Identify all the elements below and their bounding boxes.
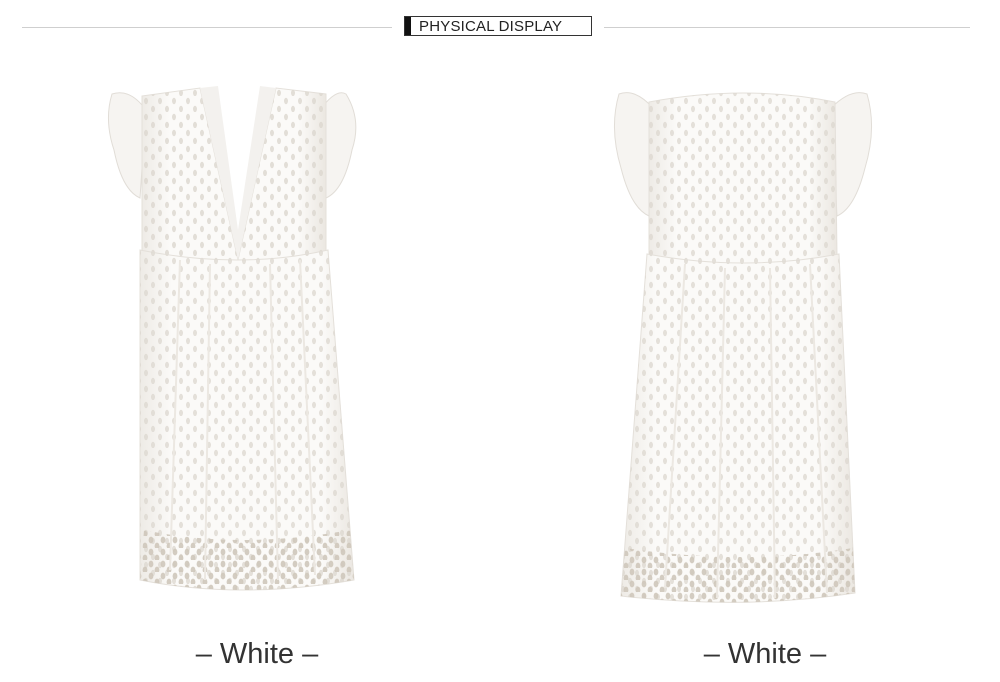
dress-front-illustration bbox=[108, 86, 357, 591]
dress-back-illustration bbox=[613, 92, 873, 603]
product-image-back bbox=[605, 88, 885, 613]
header-rule-left bbox=[22, 27, 392, 28]
header-accent-bar bbox=[405, 17, 411, 35]
section-title: PHYSICAL DISPLAY bbox=[419, 18, 563, 35]
caption-back-color: – White – bbox=[703, 638, 827, 670]
section-header: PHYSICAL DISPLAY bbox=[404, 16, 592, 36]
caption-front-color: – White – bbox=[195, 638, 319, 670]
header-rule-right bbox=[604, 27, 970, 28]
product-image-front bbox=[100, 80, 380, 600]
